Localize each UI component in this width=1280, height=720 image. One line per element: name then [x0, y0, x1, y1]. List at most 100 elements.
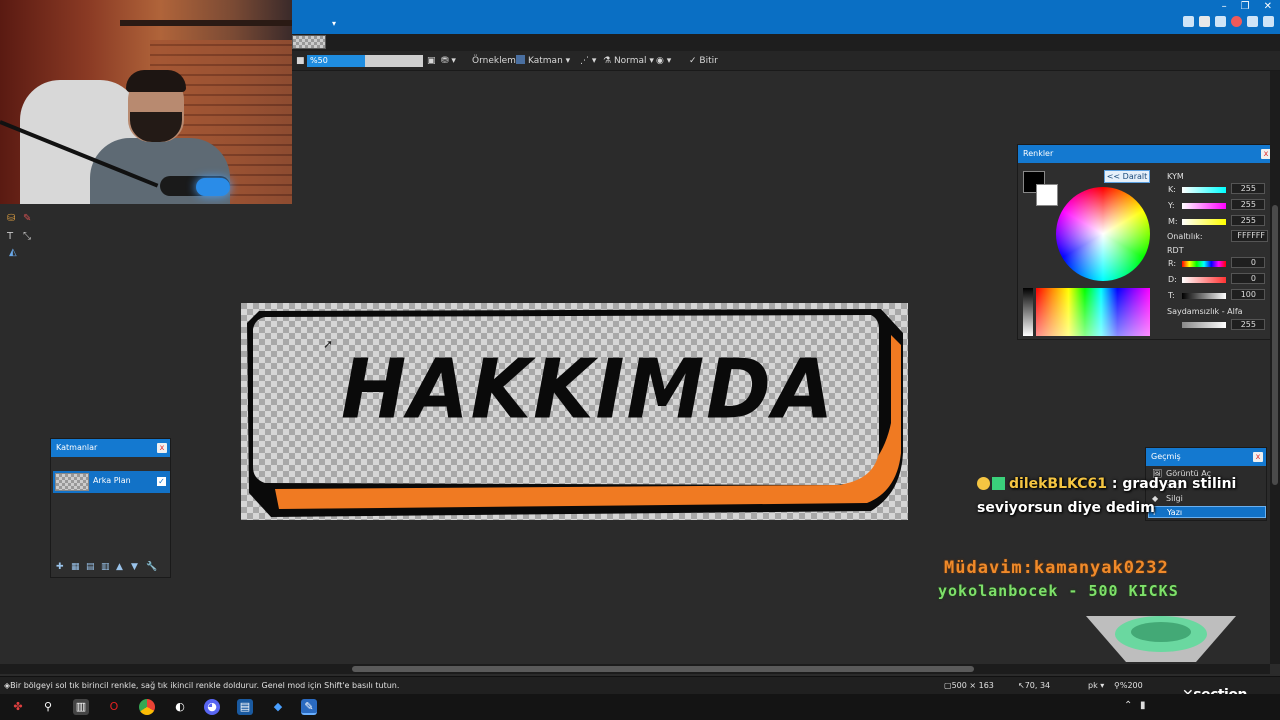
bowl-contents-shade	[1131, 622, 1191, 642]
restore-icon[interactable]: ❐	[1241, 1, 1250, 12]
alpha-input[interactable]: 255	[1231, 319, 1265, 330]
duplicate-layer-icon[interactable]: ▤	[86, 562, 96, 572]
cursor-position-text: 70, 34	[1024, 681, 1051, 690]
cmy-k-label: K:	[1168, 185, 1176, 194]
grayscale-palette[interactable]	[1023, 288, 1033, 336]
layer-toolbar: ✚ ▦ ▤ ▥ ▲ ▼ 🔧	[53, 562, 170, 575]
title-toolbar	[1183, 16, 1274, 27]
stream-bowl-graphic	[1086, 616, 1236, 662]
colors-panel-title-text: Renkler	[1023, 149, 1054, 158]
tray-network-icon[interactable]: ▮	[1140, 700, 1146, 711]
shapes-tool-icon[interactable]: ◭	[9, 248, 19, 258]
recolor-icon[interactable]: ✎	[23, 214, 33, 224]
hex-input[interactable]: FFFFFF	[1231, 230, 1268, 242]
colors-panel-title: Renkler x	[1018, 145, 1274, 163]
chat-message-part1: : gradyan stilini	[1111, 476, 1237, 492]
image-tab-thumbnail[interactable]	[292, 35, 326, 49]
mouse-cursor-icon: ➚	[323, 337, 334, 351]
tools-icon[interactable]	[1183, 16, 1194, 27]
calculator-icon[interactable]: ▥	[73, 699, 89, 715]
units-dropdown[interactable]: pk ▾	[1088, 680, 1104, 691]
color-palette[interactable]	[1036, 288, 1150, 336]
hsv-s-slider[interactable]	[1182, 277, 1226, 283]
settings-icon[interactable]	[1247, 16, 1258, 27]
move-layer-down-icon[interactable]: ▼	[131, 562, 141, 572]
finish-button[interactable]: ✓ Bitir	[689, 55, 718, 67]
horizontal-scrollbar-thumb[interactable]	[352, 666, 974, 672]
help-icon[interactable]	[1263, 16, 1274, 27]
move-layer-up-icon[interactable]: ▲	[116, 562, 126, 572]
history-panel-title: Geçmiş x	[1146, 448, 1266, 466]
hsv-v-input[interactable]: 100	[1231, 289, 1265, 300]
hsv-s-input[interactable]: 0	[1231, 273, 1265, 284]
chevron-down-icon[interactable]: ▾	[332, 19, 340, 28]
hsv-label: RDT	[1167, 246, 1184, 255]
start-icon[interactable]: ✤	[10, 699, 26, 715]
hsv-h-label: R:	[1168, 259, 1177, 268]
obs-icon[interactable]: ◐	[172, 699, 188, 715]
vpn-icon[interactable]: ◆	[270, 699, 286, 715]
merge-layer-icon[interactable]: ▥	[101, 562, 111, 572]
secondary-color-swatch[interactable]	[1036, 184, 1058, 206]
close-icon[interactable]: x	[157, 443, 167, 453]
app-icon[interactable]: ▤	[237, 699, 253, 715]
history-icon[interactable]	[1199, 16, 1210, 27]
chrome-icon[interactable]	[139, 699, 155, 715]
hsv-v-slider[interactable]	[1182, 293, 1226, 299]
hsv-h-slider[interactable]	[1182, 261, 1226, 267]
status-hint-text: Bir bölgeyi sol tık birincil renkle, sağ…	[10, 681, 400, 690]
alpha-mode-icon[interactable]: ◉ ▾	[656, 55, 671, 67]
cmy-m-slider[interactable]	[1182, 219, 1226, 225]
delete-layer-icon[interactable]: ▦	[71, 562, 81, 572]
blend-mode-value: Normal	[613, 56, 647, 66]
blend-mode-dropdown[interactable]: ⚗ Normal ▾	[603, 55, 654, 67]
hsv-h-input[interactable]: 0	[1231, 257, 1265, 268]
line-tool-icon[interactable]: ⤡	[23, 232, 33, 242]
paint-net-icon[interactable]: ✎	[301, 699, 317, 715]
antialias-icon[interactable]: ⋰ ▾	[580, 55, 596, 67]
alpha-slider[interactable]	[1182, 322, 1226, 328]
layer-properties-icon[interactable]: 🔧	[146, 562, 157, 572]
layers-panel: Katmanlar x Arka Plan ✓ ✚ ▦ ▤ ▥ ▲ ▼ 🔧	[50, 438, 171, 578]
sampling-dropdown[interactable]: Katman ▾	[516, 55, 570, 67]
chat-message-part2: seviyorsun diye dedim	[977, 500, 1155, 516]
colors-icon[interactable]	[1231, 16, 1242, 27]
text-tool-icon[interactable]: T	[7, 232, 17, 242]
tolerance-slider-value[interactable]: %50	[307, 55, 365, 67]
zoom-dropdown[interactable]: ⚲%200	[1114, 680, 1143, 691]
chat-badge-icon	[977, 477, 990, 490]
cmy-y-input[interactable]: 255	[1231, 199, 1265, 210]
image-canvas[interactable]: HAKKIMDA	[241, 303, 908, 520]
close-icon[interactable]: ✕	[1264, 1, 1272, 12]
fill-icon[interactable]: ⛁	[7, 214, 17, 224]
cmy-y-slider[interactable]	[1182, 203, 1226, 209]
hex-label: Onaltılık:	[1167, 232, 1203, 241]
layers-panel-title: Katmanlar x	[51, 439, 170, 457]
cmy-k-input[interactable]: 255	[1231, 183, 1265, 194]
bucket-icon[interactable]: ⛃ ▾	[441, 55, 456, 67]
window-controls: – ❐ ✕	[1222, 1, 1272, 12]
collapse-button[interactable]: << Daralt	[1104, 170, 1150, 183]
webcam-mic-light	[196, 178, 230, 196]
cmy-k-slider[interactable]	[1182, 187, 1226, 193]
tool-icon[interactable]: ■	[296, 55, 305, 67]
layer-visibility-checkbox[interactable]: ✓	[157, 477, 166, 486]
discord-icon[interactable]: ◕	[204, 699, 220, 715]
layer-item[interactable]: Arka Plan ✓	[53, 471, 170, 493]
color-wheel[interactable]	[1056, 187, 1150, 281]
cmy-m-input[interactable]: 255	[1231, 215, 1265, 226]
tolerance-slider-track[interactable]	[365, 55, 423, 67]
fill-mode-icon[interactable]: ▣	[427, 55, 436, 67]
tray-expand-icon[interactable]: ⌃	[1124, 700, 1132, 711]
add-layer-icon[interactable]: ✚	[56, 562, 66, 572]
vertical-scrollbar-thumb[interactable]	[1272, 205, 1278, 485]
hsv-v-label: T:	[1168, 291, 1175, 300]
cursor-position-readout: ↖70, 34	[1018, 680, 1050, 691]
minimize-icon[interactable]: –	[1222, 1, 1227, 12]
search-icon[interactable]: ⚲	[40, 699, 56, 715]
opera-icon[interactable]: O	[106, 699, 122, 715]
colors-panel: Renkler x << Daralt KYM K: 255 Y: 255 M:…	[1017, 144, 1275, 340]
close-icon[interactable]: x	[1253, 452, 1263, 462]
layers-icon[interactable]	[1215, 16, 1226, 27]
layer-name: Arka Plan	[93, 476, 131, 485]
